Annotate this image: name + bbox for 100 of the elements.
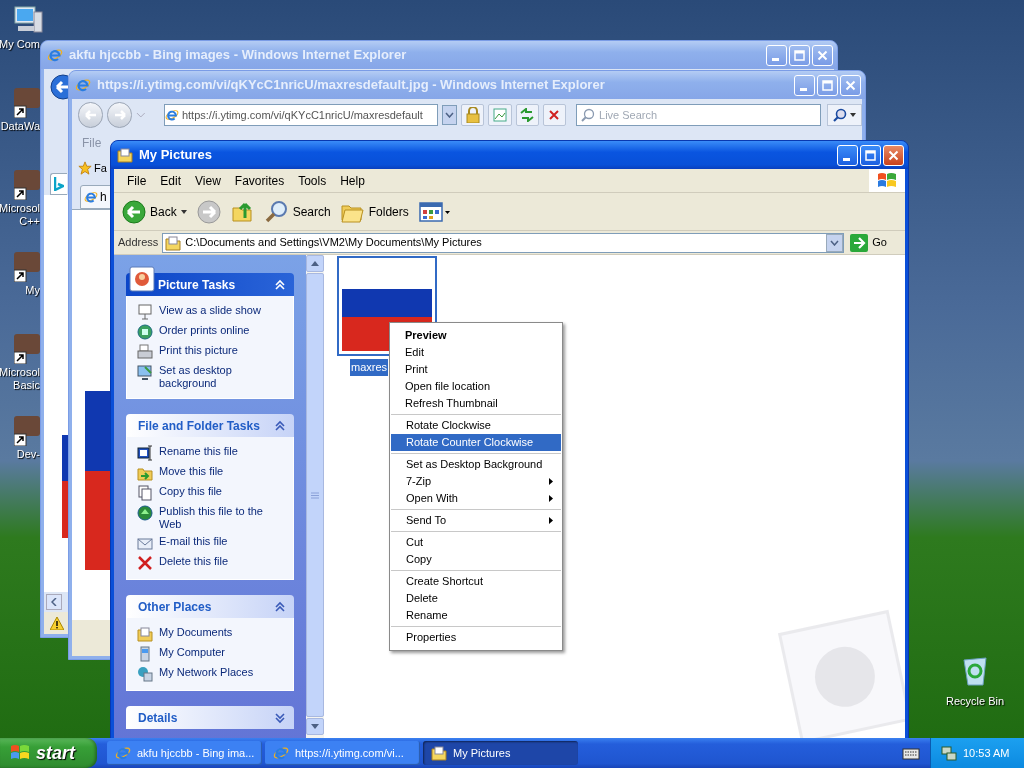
maximize-button[interactable] [789, 44, 810, 66]
menu-entry[interactable]: Rotate Clockwise [391, 417, 561, 434]
folders-button[interactable]: Folders [338, 195, 411, 228]
menu-entry[interactable]: Open With [391, 490, 561, 507]
task-link[interactable]: Copy this file [137, 485, 283, 501]
task-link[interactable]: Delete this file [137, 555, 283, 571]
favorites-label[interactable]: Fa [94, 159, 107, 177]
shortcut-icon[interactable] [14, 416, 40, 446]
task-link[interactable]: Move this file [137, 465, 283, 481]
star-icon[interactable] [78, 161, 92, 175]
go-arrow-icon [850, 233, 869, 252]
printer-icon [137, 344, 153, 360]
task-link[interactable]: View as a slide show [137, 304, 283, 320]
search-button[interactable]: Search [262, 195, 333, 228]
taskbar-button[interactable]: https://i.ytimg.com/vi... [265, 741, 420, 765]
menu-item[interactable]: Help [335, 171, 370, 190]
stop-button[interactable] [542, 104, 567, 126]
task-link[interactable]: E-mail this file [137, 535, 283, 551]
security-button[interactable] [461, 104, 485, 126]
task-link[interactable]: My Documents [137, 626, 283, 642]
window-title: akfu hjccbb - Bing images - Windows Internet Explorer [69, 46, 408, 65]
menu-item[interactable]: Tools [293, 171, 332, 190]
dropdown-button[interactable] [826, 233, 844, 252]
refresh-button[interactable] [515, 104, 539, 126]
shortcut-icon[interactable] [14, 170, 40, 200]
task-link[interactable]: Rename this file [137, 445, 283, 461]
desktop-icon-label: DataWa [0, 120, 40, 133]
menu-entry[interactable]: Copy [391, 551, 561, 568]
task-link[interactable]: Set as desktop background [137, 364, 283, 390]
search-button[interactable] [827, 104, 862, 126]
task-link[interactable]: Publish this file to the Web [137, 505, 283, 531]
minimize-button[interactable] [766, 44, 787, 66]
menu-item[interactable]: File [122, 171, 152, 190]
address-field[interactable]: C:\Documents and Settings\VM2\My Documents\My Pictures [162, 232, 845, 253]
menu-entry[interactable]: Properties [391, 629, 561, 646]
computer-icon[interactable] [12, 4, 44, 36]
left-arrow-icon [83, 109, 98, 121]
desktop-icon-label: My Com [0, 38, 40, 51]
menu-entry[interactable]: Edit [390, 344, 562, 361]
globe-icon [137, 505, 153, 521]
network-icon [137, 666, 153, 682]
menu-entry[interactable]: Rename [391, 607, 561, 624]
menu-entry[interactable]: Send To [391, 512, 561, 529]
taskbar-button[interactable]: akfu hjccbb - Bing ima... [107, 741, 262, 765]
go-button[interactable]: Go [848, 233, 901, 252]
rename-icon [137, 445, 153, 461]
back-icon[interactable] [50, 74, 68, 100]
keyboard-icon[interactable] [902, 746, 920, 760]
grip-icon [311, 491, 319, 499]
maximize-button[interactable] [860, 144, 881, 166]
menu-entry[interactable]: Rotate Counter Clockwise [391, 434, 561, 451]
menu-entry[interactable]: 7-Zip [391, 473, 561, 490]
menu-entry[interactable]: Open file location [390, 378, 562, 395]
panel-header[interactable]: Other Places [126, 595, 294, 618]
shortcut-icon[interactable] [14, 88, 40, 118]
network-icon[interactable] [941, 745, 957, 761]
scroll-up-button[interactable] [306, 255, 324, 272]
search-icon [264, 199, 289, 224]
back-button[interactable] [78, 102, 104, 128]
caret-icon [180, 209, 187, 214]
maximize-button[interactable] [817, 74, 838, 96]
minimize-button[interactable] [837, 144, 858, 166]
menu-item[interactable]: Favorites [229, 171, 290, 190]
minimize-button[interactable] [794, 74, 815, 96]
menu-entry[interactable]: Print [390, 361, 562, 378]
expand-icon[interactable] [274, 711, 286, 724]
scroll-down-button[interactable] [306, 718, 324, 735]
menu-entry[interactable]: Cut [391, 534, 561, 551]
dropdown-button[interactable] [441, 105, 458, 125]
close-button[interactable] [883, 144, 904, 166]
collapse-icon[interactable] [274, 600, 286, 613]
menu-entry[interactable]: Delete [391, 590, 561, 607]
task-link[interactable]: Print this picture [137, 344, 283, 360]
panel-header[interactable]: Details [126, 706, 294, 729]
task-link[interactable]: Order prints online [137, 324, 283, 340]
close-button[interactable] [812, 44, 833, 66]
browser-tab[interactable] [50, 173, 67, 195]
menu-entry[interactable]: Preview [390, 327, 562, 344]
back-button[interactable]: Back [120, 195, 189, 228]
forward-button[interactable] [107, 102, 133, 128]
menu-item[interactable]: View [190, 171, 226, 190]
menu-entry[interactable]: Create Shortcut [391, 573, 561, 590]
scroll-left-button[interactable] [46, 594, 62, 610]
task-link[interactable]: My Computer [137, 646, 283, 662]
panel-title: File and Folder Tasks [138, 417, 261, 435]
image-button[interactable] [488, 104, 512, 126]
collapse-icon[interactable] [274, 419, 286, 432]
close-button[interactable] [840, 74, 861, 96]
taskbar-button[interactable]: My Pictures [423, 741, 578, 765]
menu-entry[interactable]: Refresh Thumbnail [390, 395, 562, 412]
start-button[interactable]: start [0, 738, 97, 768]
shortcut-icon[interactable] [14, 334, 40, 364]
menu-entry[interactable]: Set as Desktop Background [391, 456, 561, 473]
menu-item[interactable]: Edit [155, 171, 187, 190]
shortcut-icon[interactable] [14, 252, 40, 282]
file-name[interactable]: maxres [350, 359, 389, 376]
panel-header[interactable]: File and Folder Tasks [126, 414, 294, 437]
task-link[interactable]: My Network Places [137, 666, 283, 682]
picture-icon [128, 265, 156, 293]
address-field[interactable]: https://i.ytimg.com/vi/qKYcC1nricU/maxresdefault [163, 104, 438, 126]
